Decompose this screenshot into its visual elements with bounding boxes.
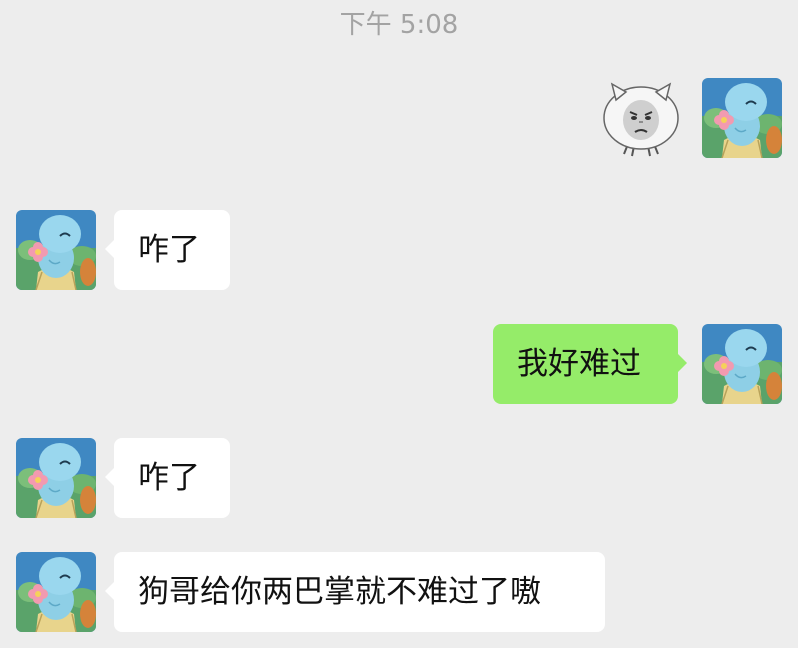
incoming-message-bubble[interactable]: 咋了 [105, 438, 230, 518]
contact-avatar[interactable] [16, 552, 96, 632]
squirtle-avatar-icon [16, 438, 96, 518]
message-text: 狗哥给你两巴掌就不难过了嗷 [138, 574, 541, 610]
incoming-message-bubble[interactable]: 咋了 [105, 210, 230, 290]
incoming-message-bubble[interactable]: 狗哥给你两巴掌就不难过了嗷 [105, 552, 605, 632]
squirtle-avatar-icon [702, 78, 782, 158]
message-timestamp: 下午 5:08 [339, 10, 459, 40]
message-text: 咋了 [138, 232, 200, 268]
contact-avatar[interactable] [16, 438, 96, 518]
outgoing-message-bubble[interactable]: 我好难过 [493, 324, 687, 404]
face-meme-sticker-icon[interactable] [600, 78, 682, 158]
contact-avatar[interactable] [16, 210, 96, 290]
squirtle-avatar-icon [702, 324, 782, 404]
message-text: 咋了 [138, 460, 200, 496]
squirtle-avatar-icon [16, 210, 96, 290]
squirtle-avatar-icon [16, 552, 96, 632]
self-avatar[interactable] [702, 324, 782, 404]
self-avatar[interactable] [702, 78, 782, 158]
message-text: 我好难过 [517, 346, 641, 382]
